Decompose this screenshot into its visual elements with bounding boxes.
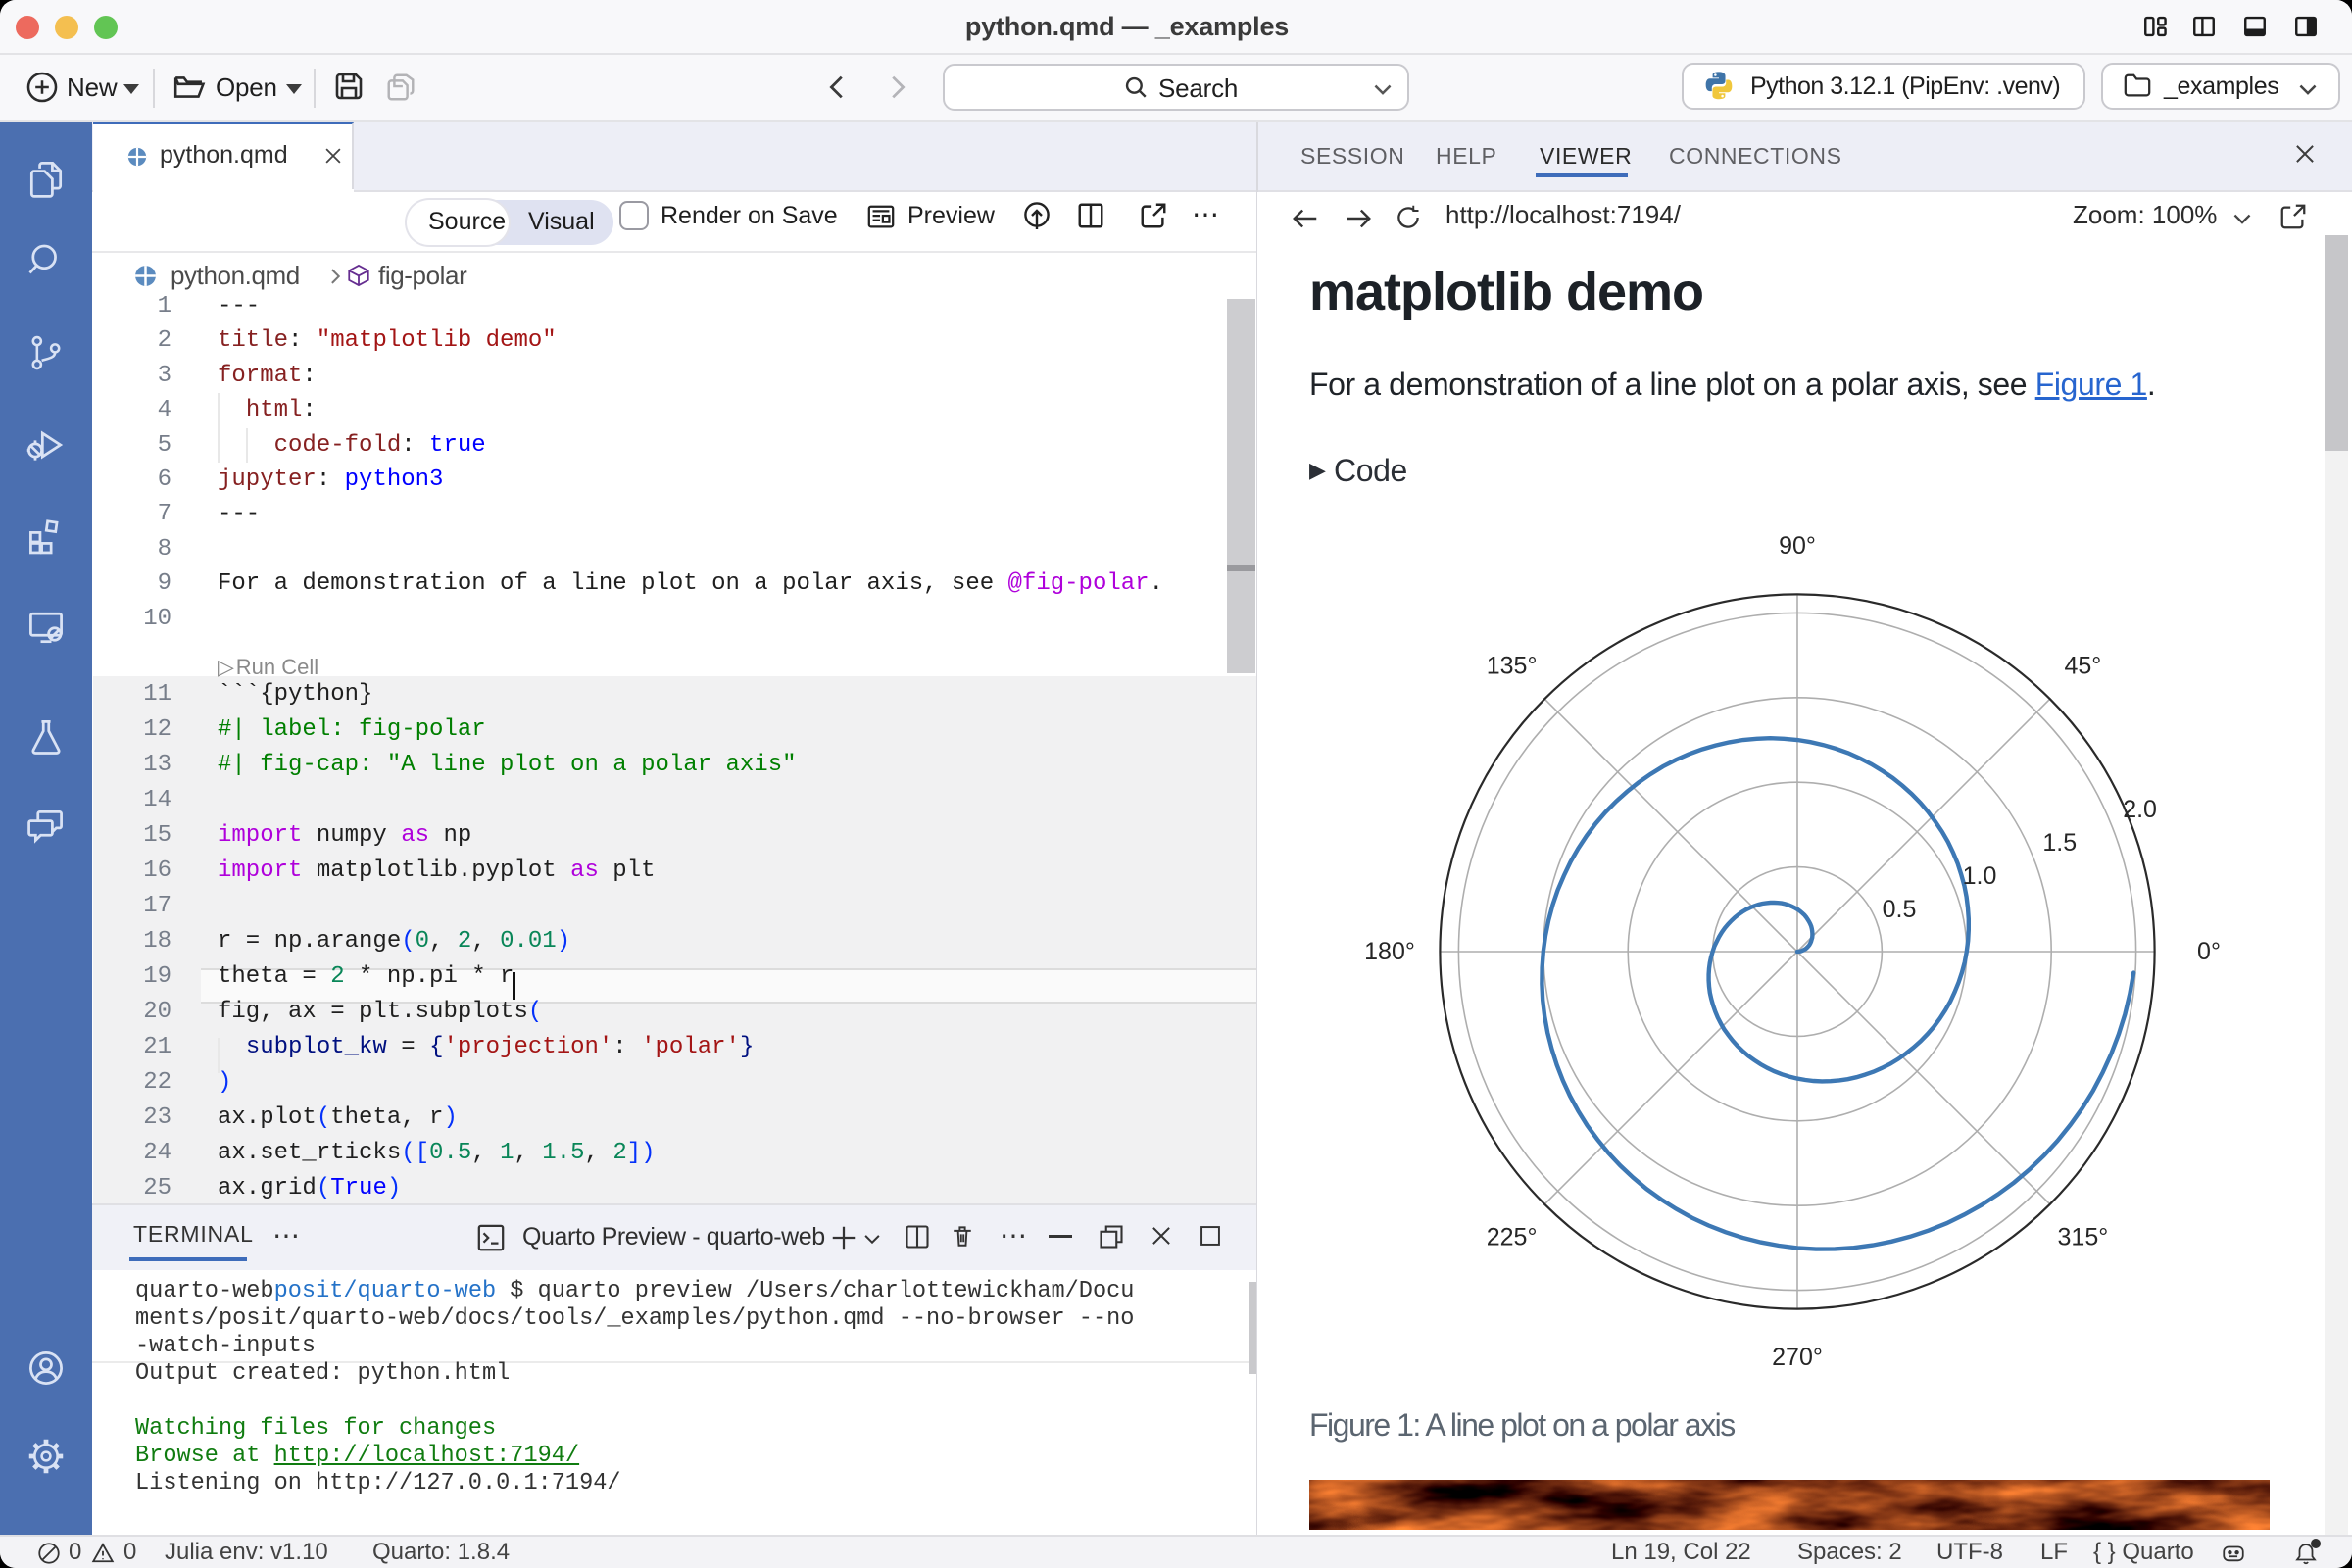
svg-text:180°: 180° [1364,938,1415,965]
svg-text:1.0: 1.0 [1963,862,1997,890]
svg-text:135°: 135° [1487,653,1538,680]
svg-text:45°: 45° [2064,653,2101,680]
svg-text:0.5: 0.5 [1883,896,1917,923]
svg-text:1.5: 1.5 [2042,829,2077,857]
svg-text:0°: 0° [2197,938,2221,965]
svg-text:270°: 270° [1772,1344,1823,1371]
svg-text:225°: 225° [1487,1223,1538,1250]
svg-text:2.0: 2.0 [2123,796,2157,823]
svg-text:315°: 315° [2058,1223,2109,1250]
svg-text:90°: 90° [1779,532,1816,560]
